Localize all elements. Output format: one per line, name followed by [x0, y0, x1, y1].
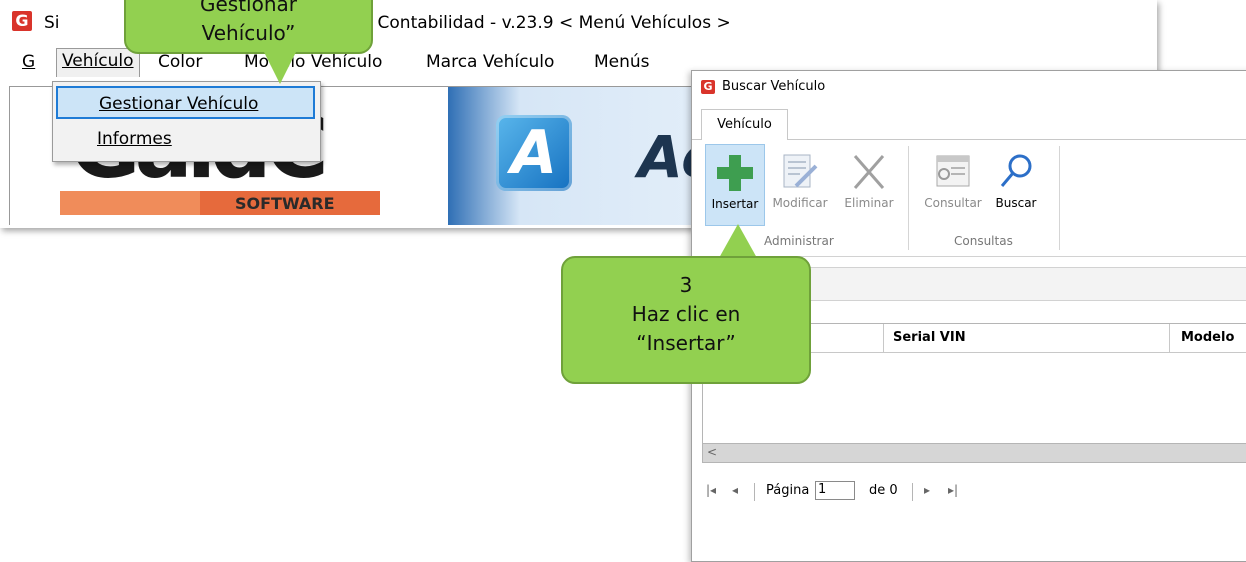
- menu-g[interactable]: G: [16, 50, 41, 74]
- modificar-label: Modificar: [772, 196, 828, 210]
- product-a-icon: A: [496, 115, 572, 191]
- callout-step3-line2: “Insertar”: [636, 331, 736, 355]
- window-title-start: Si: [44, 13, 60, 33]
- callout-step3-pointer: [719, 224, 757, 258]
- view-document-icon: [936, 155, 970, 187]
- callout-step3: 3 Haz clic en “Insertar”: [561, 256, 811, 384]
- ribbon-tabstrip: Vehículo: [692, 101, 1246, 141]
- brand-software-text: SOFTWARE: [235, 194, 335, 213]
- ribbon-separator: [908, 146, 909, 250]
- pager-separator: [754, 483, 755, 501]
- app-logo-icon: G: [12, 11, 32, 31]
- first-page-icon[interactable]: |◂: [706, 483, 716, 497]
- column-header-serial-vin[interactable]: Serial VIN: [893, 330, 966, 345]
- consultar-label: Consultar: [924, 196, 982, 210]
- edit-document-icon: [783, 154, 818, 188]
- menu-vehiculo[interactable]: Vehículo: [56, 48, 140, 77]
- window-title-end: - Contabilidad - v.23.9 < Menú Vehículos…: [366, 13, 731, 33]
- menu-menus[interactable]: Menús: [588, 50, 656, 74]
- callout-gestionar-line2: Vehículo”: [201, 21, 296, 45]
- modificar-button[interactable]: Modificar: [765, 144, 835, 224]
- page-input[interactable]: 1: [815, 481, 855, 500]
- callout-step3-line1: Haz clic en: [631, 302, 741, 326]
- delete-x-icon: [853, 155, 885, 189]
- menu-marca-vehiculo[interactable]: Marca Vehículo: [420, 50, 560, 74]
- menu-item-informes[interactable]: Informes: [56, 123, 315, 156]
- ribbon: Insertar Modificar Eliminar Consultar Bu…: [692, 140, 1246, 257]
- ribbon-group-consultas: Consultas: [954, 234, 1013, 248]
- pager-separator: [912, 483, 913, 501]
- search-titlebar: G Buscar Vehículo: [692, 71, 1246, 101]
- page-label: Página: [766, 483, 810, 498]
- callout-gestionar-pointer: [262, 48, 298, 84]
- ribbon-separator: [1059, 146, 1060, 250]
- next-page-icon[interactable]: ▸: [924, 483, 930, 497]
- callout-step3-number: 3: [679, 273, 693, 297]
- consultar-button[interactable]: Consultar: [920, 144, 986, 224]
- scroll-left-icon[interactable]: <: [707, 445, 717, 459]
- horizontal-scrollbar[interactable]: <: [702, 443, 1246, 463]
- insertar-label: Insertar: [711, 197, 759, 211]
- insertar-button[interactable]: Insertar: [705, 144, 765, 226]
- buscar-button[interactable]: Buscar: [988, 144, 1044, 224]
- search-window-title: Buscar Vehículo: [722, 79, 826, 94]
- callout-gestionar-line1: Gestionar: [199, 0, 297, 16]
- column-separator: [883, 324, 884, 352]
- search-app-logo-icon: G: [701, 80, 715, 94]
- column-separator: [1169, 324, 1170, 352]
- plus-icon: [715, 153, 755, 193]
- buscar-label: Buscar: [995, 196, 1037, 210]
- callout-gestionar: Gestionar Vehículo”: [124, 0, 373, 54]
- last-page-icon[interactable]: ▸|: [948, 483, 958, 497]
- prev-page-icon[interactable]: ◂: [732, 483, 738, 497]
- vehiculo-dropdown: Gestionar Vehículo Informes: [52, 81, 321, 162]
- page-count: de 0: [869, 483, 898, 498]
- magnifier-icon: [1000, 154, 1032, 187]
- tab-vehiculo[interactable]: Vehículo: [701, 109, 788, 141]
- eliminar-label: Eliminar: [844, 196, 894, 210]
- eliminar-button[interactable]: Eliminar: [835, 144, 903, 224]
- column-header-modelo[interactable]: Modelo: [1181, 330, 1234, 345]
- ribbon-group-administrar: Administrar: [764, 234, 834, 248]
- menu-item-gestionar-vehiculo[interactable]: Gestionar Vehículo: [56, 86, 315, 119]
